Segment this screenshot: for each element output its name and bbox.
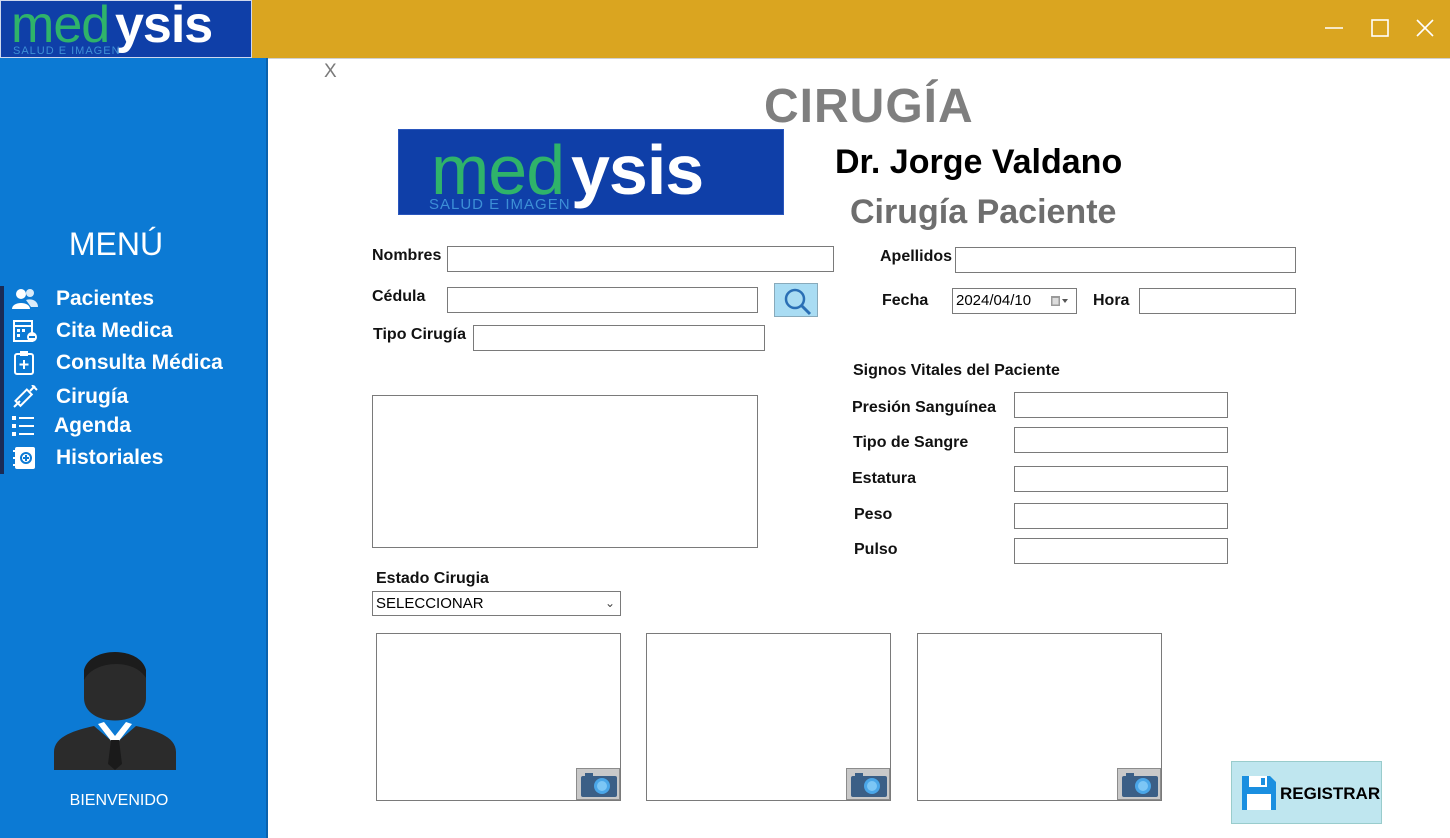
nombres-input[interactable] <box>447 246 834 272</box>
app-logo: med ysis SALUD E IMAGEN <box>0 0 252 58</box>
estatura-input[interactable] <box>1014 466 1228 492</box>
save-icon <box>1242 776 1276 810</box>
sidebar-item-label: Agenda <box>54 414 132 437</box>
estado-cirugia-label: Estado Cirugia <box>376 570 489 587</box>
camera-button[interactable] <box>1117 768 1161 800</box>
photo-box <box>376 633 621 801</box>
form-subtitle: Cirugía Paciente <box>850 193 1117 231</box>
register-button[interactable]: REGISTRAR <box>1231 761 1382 824</box>
users-icon <box>12 289 38 309</box>
maximize-icon <box>1371 19 1389 37</box>
estado-cirugia-select[interactable]: SELECCIONAR ⌄ <box>372 591 621 616</box>
tipo-sangre-label: Tipo de Sangre <box>853 434 969 451</box>
cedula-label: Cédula <box>372 288 426 305</box>
notebook-plus-icon <box>13 447 35 469</box>
sidebar-item-cirugia[interactable]: Cirugía <box>0 382 260 412</box>
chevron-down-icon: ⌄ <box>604 596 615 610</box>
search-button[interactable] <box>774 283 818 317</box>
cedula-input[interactable] <box>447 287 758 313</box>
close-form-button[interactable]: X <box>324 61 337 83</box>
tipo-sangre-input[interactable] <box>1014 427 1228 453</box>
peso-input[interactable] <box>1014 503 1228 529</box>
minimize-button[interactable] <box>1316 10 1352 46</box>
camera-icon <box>1122 773 1158 797</box>
sidebar-item-consulta-medica[interactable]: Consulta Médica <box>0 348 260 378</box>
estado-cirugia-value: SELECCIONAR <box>376 595 484 612</box>
photo-box <box>917 633 1162 801</box>
signos-vitales-title: Signos Vitales del Paciente <box>853 362 1060 379</box>
title-bar: med ysis SALUD E IMAGEN <box>0 0 1450 58</box>
user-avatar-icon <box>54 652 176 770</box>
fecha-value: 2024/04/10 <box>956 292 1032 309</box>
sidebar-item-pacientes[interactable]: Pacientes <box>0 284 260 314</box>
presion-label: Presión Sanguínea <box>852 399 997 416</box>
notes-textarea[interactable] <box>372 395 758 548</box>
fecha-date-picker[interactable]: 2024/04/10 <box>952 288 1077 314</box>
apellidos-label: Apellidos <box>880 248 953 265</box>
tipo-cirugia-input[interactable] <box>473 325 765 351</box>
logo-tagline: SALUD E IMAGEN <box>429 196 571 213</box>
apellidos-input[interactable] <box>955 247 1296 273</box>
close-icon <box>1416 19 1434 37</box>
sidebar-item-label: Consulta Médica <box>56 351 223 374</box>
doctor-name: Dr. Jorge Valdano <box>835 143 1123 181</box>
minimize-icon <box>1325 27 1343 29</box>
page-title: CIRUGÍA <box>764 80 974 133</box>
nombres-label: Nombres <box>372 247 442 264</box>
sidebar-item-cita-medica[interactable]: Cita Medica <box>0 316 260 346</box>
syringe-icon <box>13 385 38 408</box>
calendar-dropdown-icon <box>1051 296 1068 306</box>
hora-label: Hora <box>1093 292 1130 309</box>
photo-box <box>646 633 891 801</box>
clipboard-plus-icon <box>14 351 34 375</box>
camera-icon <box>851 773 887 797</box>
pulso-label: Pulso <box>854 541 898 558</box>
hora-input[interactable] <box>1139 288 1296 314</box>
sidebar: MENÚ Pacientes Cita Medica Consulta Médi… <box>0 58 268 838</box>
medysis-logo: med ysis SALUD E IMAGEN <box>398 129 784 215</box>
main-panel: X CIRUGÍA med ysis SALUD E IMAGEN Dr. Jo… <box>268 58 1450 838</box>
register-label: REGISTRAR <box>1280 784 1381 803</box>
sidebar-item-label: Cita Medica <box>56 319 173 342</box>
logo-word-ysis: ysis <box>571 131 704 209</box>
welcome-text: BIENVENIDO <box>69 792 169 809</box>
menu-title: MENÚ <box>68 226 164 262</box>
estatura-label: Estatura <box>852 470 917 487</box>
logo-word-ysis: ysis <box>115 0 213 54</box>
pulso-input[interactable] <box>1014 538 1228 564</box>
peso-label: Peso <box>854 506 893 523</box>
sidebar-item-label: Historiales <box>56 446 164 469</box>
search-icon <box>784 288 812 316</box>
presion-input[interactable] <box>1014 392 1228 418</box>
calendar-icon <box>13 320 37 342</box>
sidebar-item-historiales[interactable]: Historiales <box>0 443 260 473</box>
fecha-label: Fecha <box>882 292 929 309</box>
logo-tagline: SALUD E IMAGEN <box>13 45 121 57</box>
maximize-button[interactable] <box>1362 10 1398 46</box>
sidebar-item-agenda[interactable]: Agenda <box>0 411 260 441</box>
camera-button[interactable] <box>846 768 890 800</box>
sidebar-item-label: Pacientes <box>56 287 155 310</box>
sidebar-item-label: Cirugía <box>56 385 129 408</box>
camera-button[interactable] <box>576 768 620 800</box>
close-button[interactable] <box>1407 10 1443 46</box>
list-icon <box>12 416 34 436</box>
tipo-cirugia-label: Tipo Cirugía <box>373 326 467 343</box>
camera-icon <box>581 773 617 797</box>
